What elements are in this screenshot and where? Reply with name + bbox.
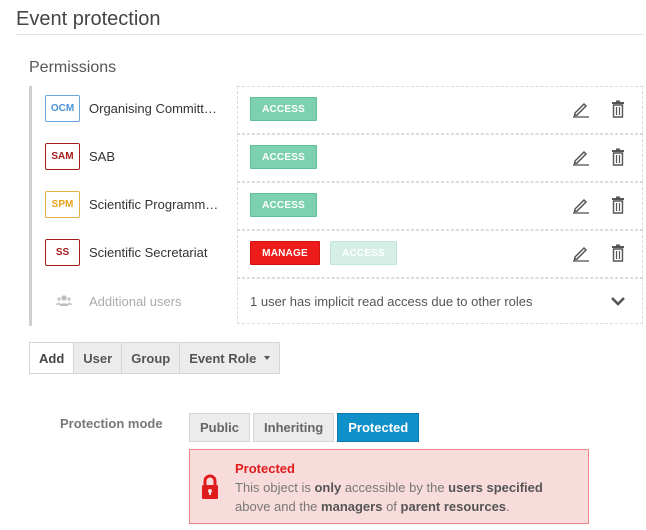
access-tag: ACCESS: [250, 193, 317, 217]
permission-principal: SPM Scientific Programm…: [32, 182, 237, 230]
pencil-icon[interactable]: [571, 195, 591, 215]
protection-alert: Protected This object is only accessible…: [189, 449, 589, 524]
add-event-role-button[interactable]: Event Role: [179, 342, 281, 374]
permission-principal: OCM Organising Committ…: [32, 86, 237, 134]
page-title: Event protection: [16, 8, 161, 30]
access-tag: ACCESS: [250, 145, 317, 169]
role-badge: SAM: [45, 143, 80, 170]
permission-row: SAM SAB ACCESS: [32, 134, 643, 182]
pencil-icon[interactable]: [571, 243, 591, 263]
implicit-access-note: 1 user has implicit read access due to o…: [250, 294, 533, 309]
mode-inheriting-button[interactable]: Inheriting: [253, 413, 335, 442]
trash-icon[interactable]: [608, 195, 628, 215]
additional-users-summary[interactable]: 1 user has implicit read access due to o…: [237, 278, 643, 324]
pencil-icon[interactable]: [571, 147, 591, 167]
users-icon: [56, 294, 72, 308]
add-label: Add: [29, 342, 75, 374]
add-user-button[interactable]: User: [73, 342, 123, 374]
permission-row: SPM Scientific Programm… ACCESS: [32, 182, 643, 230]
lock-icon: [201, 474, 219, 500]
mode-protected-button[interactable]: Protected: [337, 413, 420, 442]
permission-row: OCM Organising Committ… ACCESS: [32, 86, 643, 134]
trash-icon[interactable]: [608, 147, 628, 167]
role-badge: SS: [45, 239, 80, 266]
caret-down-icon: [264, 356, 271, 360]
permission-principal: SS Scientific Secretariat: [32, 230, 237, 278]
principal-name: Scientific Secretariat: [89, 245, 208, 260]
permission-tags: MANAGE ACCESS: [237, 230, 643, 278]
principal-name: Organising Committ…: [89, 101, 217, 116]
permission-tags: ACCESS: [237, 182, 643, 230]
role-badge: OCM: [45, 95, 80, 122]
access-tag: ACCESS: [250, 97, 317, 121]
chevron-down-icon[interactable]: [608, 291, 628, 311]
manage-tag: MANAGE: [250, 241, 320, 265]
additional-users-row: Additional users 1 user has implicit rea…: [32, 278, 643, 326]
alert-title: Protected: [235, 461, 295, 476]
principal-name: SAB: [89, 149, 116, 164]
trash-icon[interactable]: [608, 243, 628, 263]
additional-users-label: Additional users: [89, 294, 182, 309]
add-group-button[interactable]: Group: [121, 342, 181, 374]
permission-row: SS Scientific Secretariat MANAGE ACCESS: [32, 230, 643, 278]
role-badge: SPM: [45, 191, 80, 218]
permission-tags: ACCESS: [237, 134, 643, 182]
protection-mode-label: Protection mode: [60, 416, 163, 431]
trash-icon[interactable]: [608, 99, 628, 119]
permission-tags: ACCESS: [237, 86, 643, 134]
permission-principal: SAM SAB: [32, 134, 237, 182]
alert-body: This object is only accessible by the us…: [235, 480, 543, 514]
access-tag: ACCESS: [330, 241, 397, 265]
pencil-icon[interactable]: [571, 99, 591, 119]
title-divider: [16, 34, 644, 35]
add-principal-toolbar: Add User Group Event Role: [29, 342, 281, 374]
permissions-list: OCM Organising Committ… ACCESS SAM SAB A…: [29, 86, 643, 326]
principal-name: Scientific Programm…: [89, 197, 219, 212]
event-role-label: Event Role: [189, 350, 257, 366]
protection-mode-selector: Public Inheriting Protected: [189, 413, 422, 442]
permissions-heading: Permissions: [29, 59, 117, 76]
mode-public-button[interactable]: Public: [189, 413, 251, 442]
